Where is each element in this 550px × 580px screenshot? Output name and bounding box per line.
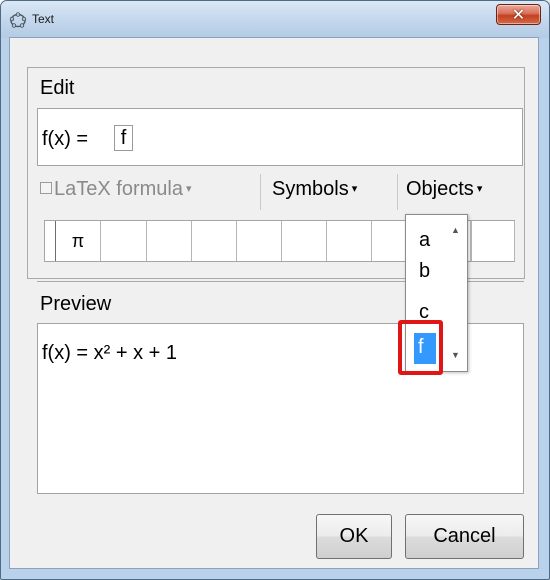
title-bar[interactable]: Text ✕: [1, 1, 549, 38]
symbol-cell-pi[interactable]: π: [55, 221, 101, 261]
chevron-down-icon: ▾: [476, 183, 483, 195]
symbol-cell[interactable]: [282, 221, 327, 261]
symbol-cell[interactable]: [101, 221, 147, 261]
edit-label: Edit: [40, 77, 75, 99]
symbols-label: Symbols: [272, 178, 349, 200]
symbol-cell[interactable]: [192, 221, 237, 261]
symbol-cell[interactable]: [327, 221, 372, 261]
close-button[interactable]: ✕: [496, 4, 541, 25]
scroll-up-arrow-icon[interactable]: ▲: [451, 225, 460, 235]
latex-formula-label: LaTeX formula: [54, 178, 183, 200]
close-icon: ✕: [511, 5, 526, 24]
scroll-down-arrow-icon[interactable]: ▼: [451, 350, 460, 360]
geogebra-app-icon: [9, 12, 27, 28]
chevron-down-icon: ▾: [351, 183, 358, 195]
ok-button[interactable]: OK: [316, 514, 392, 559]
edit-field-text: f(x) =: [42, 128, 89, 150]
edit-text-field[interactable]: [37, 108, 523, 166]
symbol-cell[interactable]: [237, 221, 282, 261]
chevron-down-icon: ▾: [185, 183, 192, 195]
dropdown-item-b[interactable]: b: [419, 260, 430, 282]
objects-menu-button[interactable]: Objects ▾: [406, 178, 482, 201]
edit-object-token[interactable]: f: [114, 125, 133, 151]
toolbar-separator: [260, 174, 261, 210]
latex-formula-toggle[interactable]: LaTeX formula ▾: [40, 178, 192, 206]
dropdown-item-a[interactable]: a: [419, 229, 430, 251]
symbols-menu-button[interactable]: Symbols ▾: [272, 178, 357, 201]
symbol-cell[interactable]: [471, 221, 515, 261]
window-title: Text: [32, 12, 55, 26]
preview-label: Preview: [40, 293, 112, 315]
highlight-annotation-box: [398, 320, 443, 375]
cancel-button[interactable]: Cancel: [405, 514, 524, 559]
objects-label: Objects: [406, 178, 474, 200]
toolbar-separator: [397, 174, 398, 210]
latex-checkbox[interactable]: [40, 182, 52, 194]
symbol-cell[interactable]: [147, 221, 192, 261]
preview-text: f(x) = x² + x + 1: [42, 342, 178, 364]
